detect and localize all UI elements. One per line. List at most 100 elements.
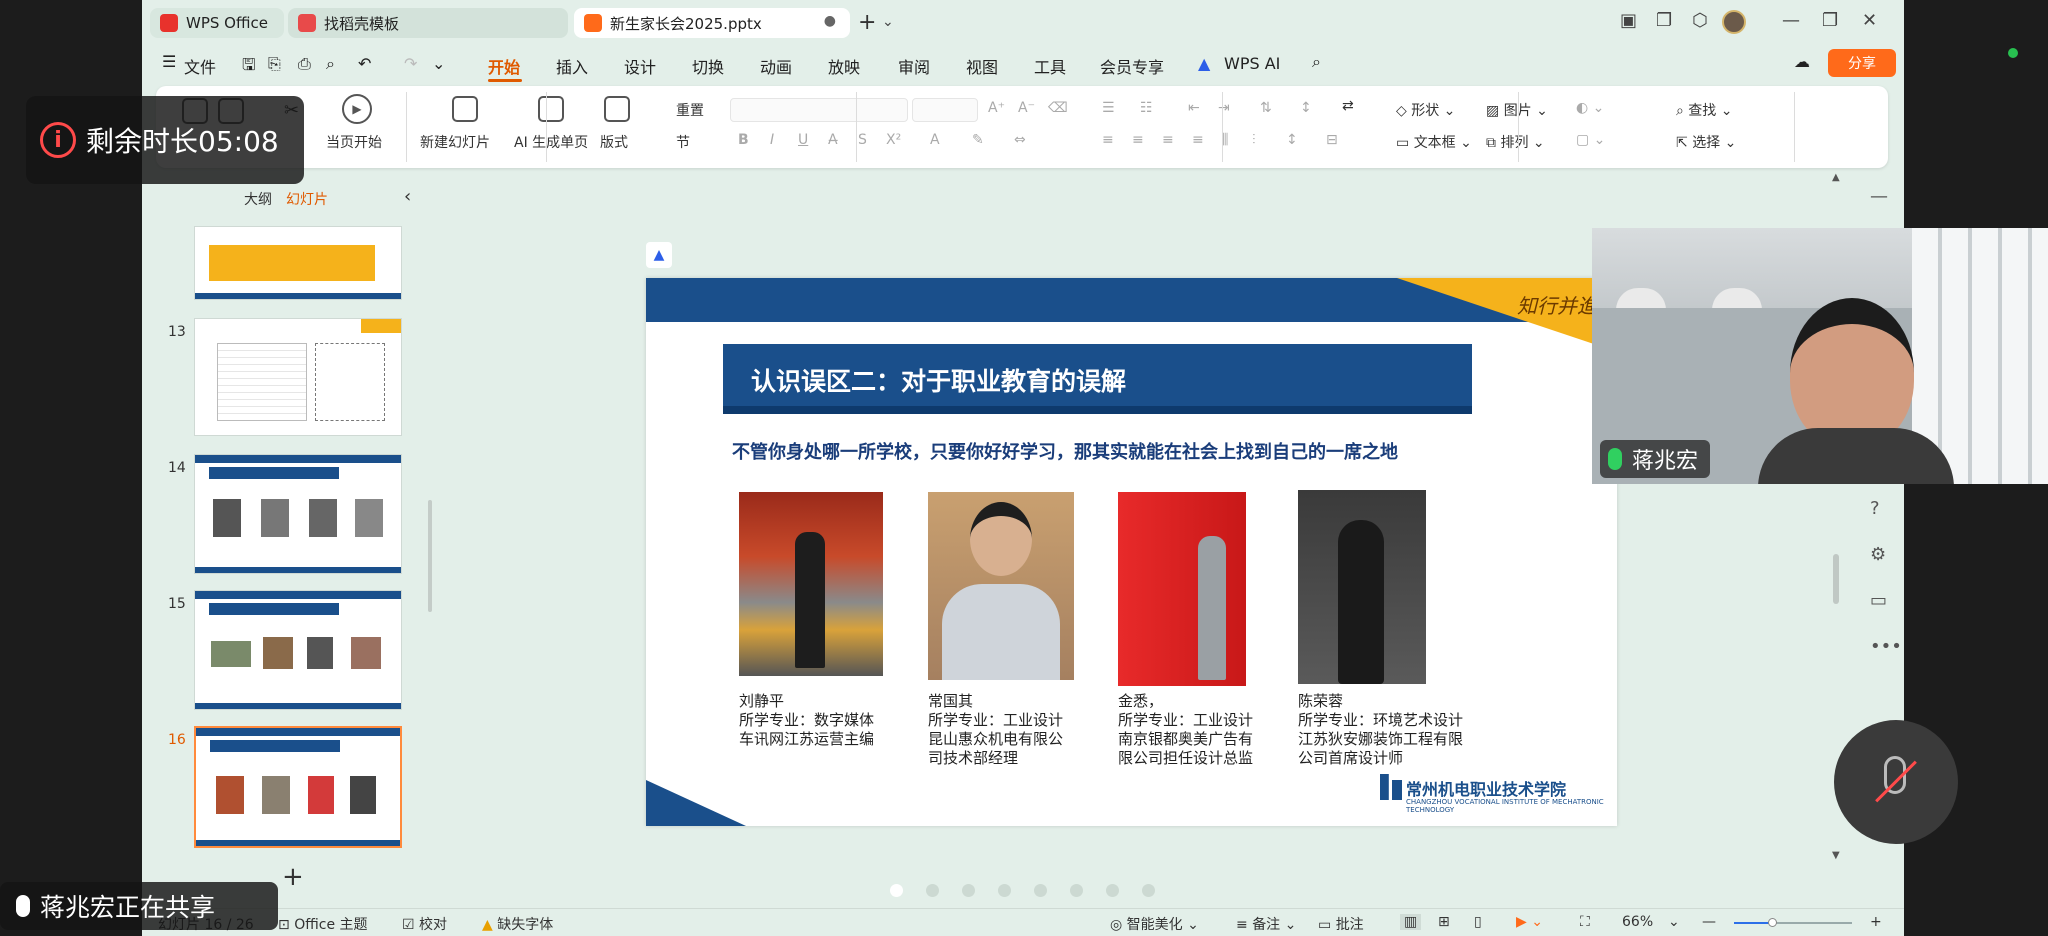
redo-icon[interactable]: ↷ bbox=[404, 54, 417, 73]
ai-page-icon[interactable] bbox=[538, 96, 564, 122]
mute-microphone-button[interactable] bbox=[1834, 720, 1958, 844]
shape-button[interactable]: ◇ 形状 ⌄ bbox=[1396, 100, 1455, 120]
slide-dot[interactable] bbox=[1142, 884, 1155, 897]
menu-view[interactable]: 视图 bbox=[966, 54, 998, 78]
tab-wps-office[interactable]: WPS Office bbox=[150, 8, 284, 38]
play-icon[interactable]: ▶ ⌄ bbox=[1516, 914, 1543, 930]
cloud-sync-icon[interactable]: ☁ bbox=[1794, 52, 1810, 71]
highlight-icon[interactable]: ✎ bbox=[972, 132, 984, 148]
print-icon[interactable]: ⎙ bbox=[298, 54, 311, 74]
font-name-select[interactable] bbox=[730, 98, 908, 122]
section-button[interactable]: 节 bbox=[676, 132, 690, 152]
comment-icon[interactable]: ▭ bbox=[1870, 590, 1887, 611]
close-icon[interactable]: ✕ bbox=[1862, 10, 1877, 31]
play-from-current-button[interactable]: 当页开始 bbox=[326, 132, 382, 152]
slide-dot[interactable] bbox=[998, 884, 1011, 897]
slide-thumbnail-14[interactable] bbox=[194, 454, 402, 574]
numbering-icon[interactable]: ☷ bbox=[1140, 100, 1153, 116]
sorter-view-icon[interactable]: ⊞ bbox=[1438, 914, 1450, 930]
scroll-up-icon[interactable]: ▲ bbox=[1832, 172, 1840, 183]
columns-icon[interactable]: ⫶ bbox=[1252, 132, 1256, 148]
menu-design[interactable]: 设计 bbox=[624, 54, 656, 78]
more-icon[interactable]: ••• bbox=[1870, 636, 1902, 657]
zoom-in-icon[interactable]: + bbox=[1870, 914, 1882, 930]
tab-template[interactable]: 找稻壳模板 bbox=[288, 8, 568, 38]
menu-transition[interactable]: 切换 bbox=[692, 54, 724, 78]
reading-view-icon[interactable]: ▯ bbox=[1474, 914, 1482, 930]
export-icon[interactable]: ⎘ bbox=[268, 54, 281, 74]
arrange-button[interactable]: ⧉ 排列 ⌄ bbox=[1486, 132, 1545, 152]
reset-button[interactable]: 重置 bbox=[676, 100, 704, 120]
shadow-icon[interactable]: S bbox=[858, 132, 867, 148]
vertical-align-icon[interactable]: ⊟ bbox=[1326, 132, 1338, 148]
zoom-chevron-icon[interactable]: ⌄ bbox=[1668, 914, 1680, 930]
new-slide-button[interactable]: 新建幻灯片 bbox=[420, 132, 490, 152]
slide-dot[interactable] bbox=[890, 884, 903, 897]
scroll-down-icon[interactable]: ▼ bbox=[1832, 850, 1840, 861]
settings-icon[interactable]: ⚙ bbox=[1870, 544, 1886, 565]
menu-wps-ai[interactable]: WPS AI bbox=[1224, 54, 1280, 73]
participant-video[interactable]: 蒋兆宏 bbox=[1592, 228, 2048, 484]
justify-icon[interactable]: ≡ bbox=[1192, 132, 1204, 148]
quick-access-chevron-icon[interactable]: ⌄ bbox=[432, 54, 445, 73]
menu-file[interactable]: 文件 bbox=[184, 54, 216, 78]
zoom-value[interactable]: 66% bbox=[1622, 914, 1653, 930]
comments-button[interactable]: ▭ 批注 bbox=[1318, 914, 1364, 934]
slide-dot[interactable] bbox=[926, 884, 939, 897]
theme-button[interactable]: ⊡ Office 主题 bbox=[278, 914, 368, 934]
normal-view-icon[interactable]: ▥ bbox=[1400, 914, 1422, 930]
superscript-icon[interactable]: X² bbox=[886, 132, 901, 148]
convert-icon[interactable]: ⇄ bbox=[1342, 98, 1354, 114]
image-tool-icon[interactable]: ▣ bbox=[1620, 10, 1637, 31]
menu-animation[interactable]: 动画 bbox=[760, 54, 792, 78]
zoom-out-icon[interactable]: — bbox=[1702, 914, 1716, 930]
zoom-slider-handle[interactable] bbox=[1768, 918, 1777, 927]
tab-document[interactable]: 新生家长会2025.pptx ● bbox=[574, 8, 850, 38]
menu-review[interactable]: 审阅 bbox=[898, 54, 930, 78]
print-preview-icon[interactable]: ⌕ bbox=[326, 54, 335, 74]
italic-icon[interactable]: I bbox=[770, 132, 774, 148]
slide-dot[interactable] bbox=[1034, 884, 1047, 897]
slide-canvas[interactable]: 知行并進 认识误区二：对于职业教育的误解 不管你身处哪一所学校，只要你好好学习，… bbox=[646, 278, 1617, 826]
tab-close-icon[interactable]: ● bbox=[824, 13, 836, 29]
panel-scrollbar[interactable] bbox=[428, 500, 432, 612]
tab-outline[interactable]: 大纲 bbox=[244, 189, 272, 209]
new-tab-icon[interactable]: + bbox=[858, 10, 876, 35]
outline-icon[interactable]: ▢ ⌄ bbox=[1576, 132, 1605, 148]
menu-tools[interactable]: 工具 bbox=[1034, 54, 1066, 78]
menu-member[interactable]: 会员专享 bbox=[1100, 54, 1164, 78]
align-left-icon[interactable]: ≡ bbox=[1102, 132, 1114, 148]
restore-icon[interactable]: ❐ bbox=[1822, 10, 1838, 31]
fill-icon[interactable]: ◐ ⌄ bbox=[1576, 100, 1604, 116]
user-avatar[interactable] bbox=[1722, 10, 1746, 34]
wps-ai-float-icon[interactable]: ▲ bbox=[646, 242, 672, 268]
slide-dot[interactable] bbox=[1070, 884, 1083, 897]
underline-icon[interactable]: U bbox=[798, 132, 808, 148]
font-size-select[interactable] bbox=[912, 98, 978, 122]
tab-slides[interactable]: 幻灯片 bbox=[286, 189, 328, 209]
minimize-icon[interactable]: — bbox=[1782, 10, 1800, 31]
slide-dot[interactable] bbox=[1106, 884, 1119, 897]
add-slide-icon[interactable]: + bbox=[282, 862, 304, 892]
align-right-icon[interactable]: ≡ bbox=[1162, 132, 1174, 148]
menu-home[interactable]: 开始 bbox=[488, 54, 520, 78]
fit-window-icon[interactable]: ⛶ bbox=[1580, 914, 1590, 930]
char-spacing-icon[interactable]: ⇔ bbox=[1014, 132, 1026, 148]
bullets-icon[interactable]: ☰ bbox=[1102, 100, 1115, 116]
window-layout-icon[interactable]: ❐ bbox=[1656, 10, 1672, 31]
beautify-button[interactable]: ◎ 智能美化 ⌄ bbox=[1110, 914, 1199, 934]
save-icon[interactable]: 🖫 bbox=[242, 54, 256, 81]
slide-dot[interactable] bbox=[962, 884, 975, 897]
ai-page-button[interactable]: AI 生成单页 bbox=[514, 132, 588, 152]
font-color-icon[interactable]: A bbox=[930, 132, 940, 148]
slide-thumbnail-12[interactable] bbox=[194, 226, 402, 300]
bold-icon[interactable]: B bbox=[738, 132, 749, 148]
notes-button[interactable]: ≡ 备注 ⌄ bbox=[1236, 914, 1296, 934]
proofread-button[interactable]: ☑ 校对 bbox=[402, 914, 447, 934]
layout-button[interactable]: 版式 bbox=[600, 132, 628, 152]
slide-thumbnail-16[interactable] bbox=[194, 726, 402, 848]
play-from-current-icon[interactable]: ▶ bbox=[342, 94, 372, 124]
slide-thumbnail-15[interactable] bbox=[194, 590, 402, 710]
line-spacing-icon[interactable]: ↕ bbox=[1300, 100, 1312, 116]
text-direction-icon[interactable]: ⇅ bbox=[1260, 100, 1272, 116]
